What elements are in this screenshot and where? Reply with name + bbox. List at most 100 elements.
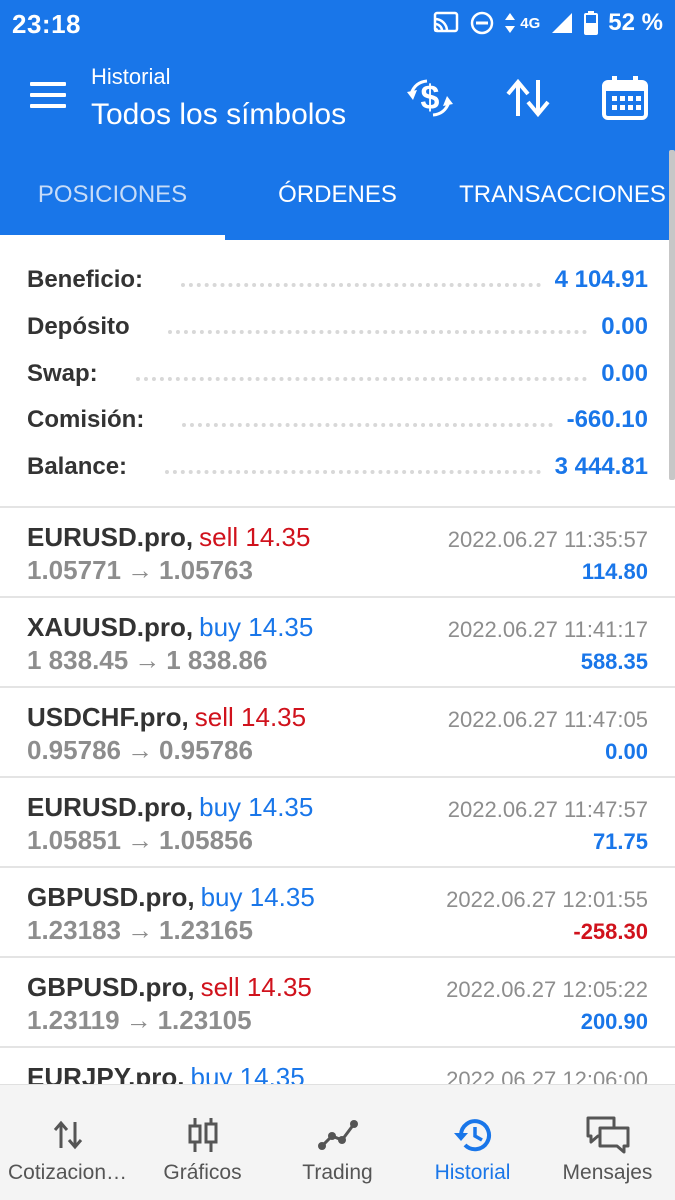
nav-graficos[interactable]: Gráficos (135, 1085, 270, 1200)
trade-side: buy 14.35 (200, 882, 315, 912)
trade-symbol: GBPUSD.pro, (27, 972, 195, 1002)
cast-icon (432, 11, 460, 35)
trade-side: sell 14.35 (200, 972, 312, 1002)
trade-row[interactable]: EURUSD.pro, sell 14.35 1.05771 → 1.05763 20… (0, 508, 675, 598)
nav-label: Mensajes (562, 1161, 653, 1184)
trade-time: 2022.06.27 11:47:05 (447, 707, 648, 732)
nav-trading[interactable]: Trading (270, 1085, 405, 1200)
trade-symbol: USDCHF.pro, (27, 702, 189, 732)
summary-panel: Beneficio: 4 104.91 Depósito 0.00 Swap: … (0, 240, 675, 508)
arrow-right-icon: → (126, 915, 153, 945)
sort-icon[interactable] (500, 72, 556, 124)
summary-value: -660.10 (566, 406, 648, 433)
page-subtitle: Historial (91, 64, 171, 89)
network-type: 4G (520, 14, 541, 32)
nav-label: Gráficos (163, 1161, 242, 1184)
signal-icon (550, 11, 574, 35)
summary-label: Comisión: (27, 406, 145, 433)
summary-label: Swap: (27, 360, 98, 387)
trade-time: 2022.06.27 12:05:22 (446, 977, 648, 1002)
nav-label: Cotizacion… (7, 1161, 128, 1184)
trade-close-price: 1.05763 (158, 555, 253, 585)
summary-row-balance: Balance: 3 444.81 (27, 447, 648, 487)
trade-time: 2022.06.27 12:06:00 (446, 1067, 648, 1084)
trade-profit: 114.80 (581, 559, 648, 584)
status-time: 23:18 (12, 9, 81, 39)
tab-posiciones[interactable]: POSICIONES (0, 150, 225, 240)
trade-symbol: GBPUSD.pro, (27, 882, 195, 912)
tab-transacciones[interactable]: TRANSACCIONES (450, 150, 675, 240)
trade-time: 2022.06.27 11:35:57 (447, 527, 648, 552)
history-icon (452, 1115, 494, 1155)
summary-row-comision: Comisión: -660.10 (27, 400, 648, 440)
trade-side: sell 14.35 (199, 522, 311, 552)
trade-side: buy 14.35 (199, 612, 314, 642)
page-title[interactable]: Todos los símbolos (91, 98, 346, 132)
battery-percent: 52 % (608, 9, 663, 36)
dotted-leader (181, 283, 541, 287)
trade-profit: 200.90 (580, 1009, 648, 1034)
nav-mensajes[interactable]: Mensajes (540, 1085, 675, 1200)
trade-symbol: EURJPY.pro, (27, 1062, 185, 1084)
nav-cotizaciones[interactable]: Cotizacion… (0, 1085, 135, 1200)
candlestick-chart-icon (186, 1115, 220, 1155)
trade-profit: 71.75 (592, 829, 648, 854)
nav-historial[interactable]: Historial (405, 1085, 540, 1200)
summary-row-beneficio: Beneficio: 4 104.91 (27, 260, 648, 300)
arrow-right-icon: → (134, 645, 161, 675)
status-bar: 23:18 4G 52 % (0, 0, 675, 48)
calendar-icon[interactable] (597, 72, 653, 124)
quotes-icon (52, 1115, 84, 1155)
do-not-disturb-icon (470, 11, 494, 35)
trade-time: 2022.06.27 12:01:55 (446, 887, 648, 912)
summary-value: 4 104.91 (554, 266, 648, 293)
summary-label: Balance: (27, 453, 128, 480)
currency-exchange-icon[interactable]: $ (402, 72, 458, 124)
app-bar: Historial Todos los símbolos $ (0, 48, 675, 150)
trade-row[interactable]: EURUSD.pro, buy 14.35 1.05851 → 1.05856 202… (0, 778, 675, 868)
trade-symbol: EURUSD.pro, (27, 522, 194, 552)
summary-value: 3 444.81 (554, 453, 648, 480)
trade-time: 2022.06.27 11:41:17 (447, 617, 648, 642)
trade-open-price: 0.95786 (27, 735, 121, 765)
trade-symbol: XAUUSD.pro, (27, 612, 194, 642)
summary-row-swap: Swap: 0.00 (27, 354, 648, 394)
trade-side: buy 14.35 (199, 792, 314, 822)
bottom-nav: Cotizacion… Gráficos Trading Historial M… (0, 1084, 675, 1200)
trade-close-price: 1 838.86 (166, 645, 268, 675)
arrow-right-icon: → (126, 555, 153, 585)
trade-side: sell 14.35 (194, 702, 307, 732)
trade-side: buy 14.35 (190, 1062, 305, 1084)
trade-open-price: 1.23183 (27, 915, 121, 945)
trade-row[interactable]: USDCHF.pro, sell 14.35 0.95786 → 0.95786 20… (0, 688, 675, 778)
status-icons: 4G 52 % (432, 9, 663, 37)
trade-row[interactable]: GBPUSD.pro, sell 14.35 1.23119 → 1.23105 20… (0, 958, 675, 1048)
nav-label: Trading (302, 1161, 373, 1184)
trade-profit: 0.00 (605, 739, 648, 764)
trade-profit: -258.30 (573, 919, 648, 944)
trade-close-price: 1.23165 (158, 915, 253, 945)
trade-open-price: 1 838.45 (27, 645, 129, 675)
data-transfer-icon (504, 11, 516, 35)
trade-close-price: 1.23105 (157, 1005, 252, 1035)
svg-text:$: $ (421, 79, 440, 117)
arrow-right-icon: → (126, 735, 153, 765)
arrow-right-icon: → (126, 825, 153, 855)
trade-open-price: 1.05851 (27, 825, 121, 855)
scrollbar[interactable] (669, 150, 675, 480)
menu-icon[interactable] (30, 82, 70, 116)
trade-row[interactable]: EURJPY.pro, buy 14.35 2022.06.27 12:06:00 (0, 1048, 675, 1084)
trade-row[interactable]: GBPUSD.pro, buy 14.35 1.23183 → 1.23165 202… (0, 868, 675, 958)
trade-list[interactable]: EURUSD.pro, sell 14.35 1.05771 → 1.05763 20… (0, 508, 675, 1084)
trade-close-price: 1.05856 (158, 825, 253, 855)
tab-ordenes[interactable]: ÓRDENES (225, 150, 450, 240)
summary-label: Depósito (27, 313, 130, 340)
summary-value: 0.00 (601, 360, 648, 387)
dotted-leader (135, 377, 588, 381)
trade-close-price: 0.95786 (158, 735, 253, 765)
trade-row[interactable]: XAUUSD.pro, buy 14.35 1 838.45 → 1 838.86 2… (0, 598, 675, 688)
summary-row-deposito: Depósito 0.00 (27, 307, 648, 347)
dotted-leader (165, 470, 541, 474)
messages-icon (584, 1115, 632, 1155)
summary-value: 0.00 (601, 313, 648, 340)
